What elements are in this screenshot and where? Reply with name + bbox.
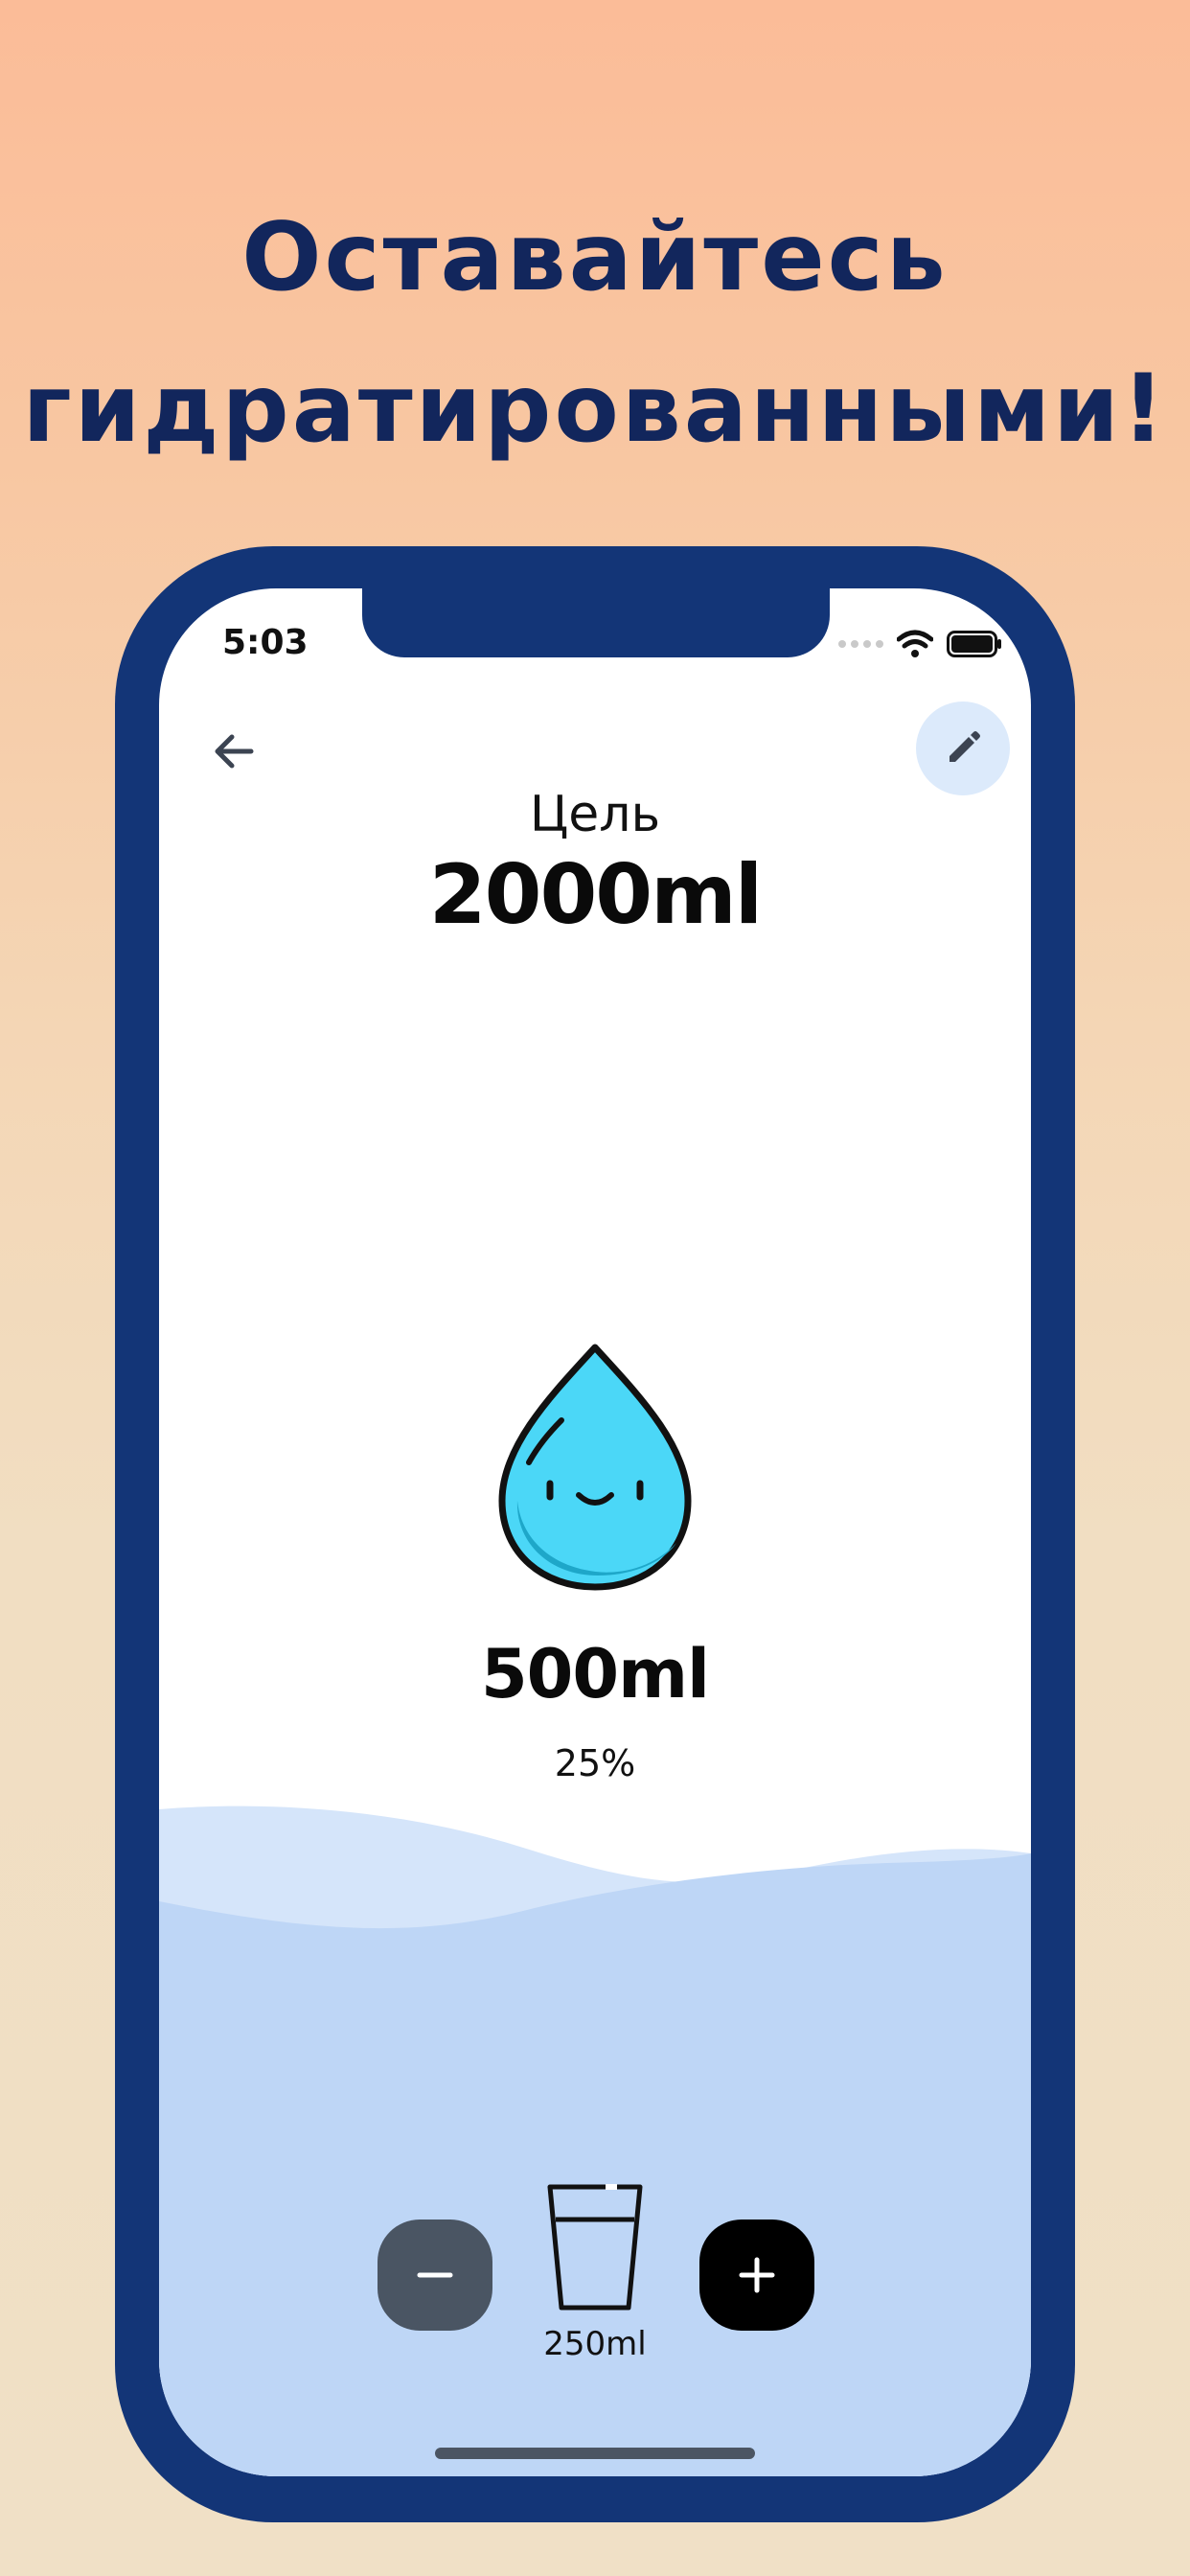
plus-icon <box>739 2257 775 2293</box>
pencil-icon <box>950 731 980 762</box>
serving-size-label: 250ml <box>543 2325 647 2363</box>
goal-value: 2000ml <box>428 847 763 943</box>
arrow-left-icon <box>215 734 254 769</box>
glass-icon[interactable] <box>544 2181 646 2313</box>
current-intake-percent: 25% <box>554 1742 636 1784</box>
increase-button[interactable] <box>699 2220 814 2331</box>
decrease-button[interactable] <box>378 2220 492 2331</box>
edit-goal-button[interactable] <box>916 702 1010 795</box>
water-level-waves <box>159 1806 1031 2476</box>
current-intake-value: 500ml <box>480 1635 710 1714</box>
notch <box>362 588 830 657</box>
battery-icon <box>947 631 1001 657</box>
phone-frame: 5:03 Цель 2000ml 500ml 25% 250ml <box>115 546 1075 2522</box>
signal-icon <box>838 640 883 648</box>
back-button[interactable] <box>194 711 274 792</box>
headline-line-2: гидратированными! <box>22 355 1168 464</box>
app-screen: 5:03 Цель 2000ml 500ml 25% 250ml <box>159 588 1031 2476</box>
water-drop-icon <box>498 1344 692 1591</box>
status-icons <box>838 625 1002 663</box>
minus-icon <box>417 2272 453 2278</box>
wifi-icon <box>897 630 933 657</box>
status-time: 5:03 <box>222 623 309 662</box>
headline-line-1: Оставайтесь <box>241 203 949 312</box>
goal-label: Цель <box>529 786 661 843</box>
promo-headline: Оставайтесь гидратированными! <box>0 182 1190 485</box>
home-indicator <box>435 2448 755 2459</box>
